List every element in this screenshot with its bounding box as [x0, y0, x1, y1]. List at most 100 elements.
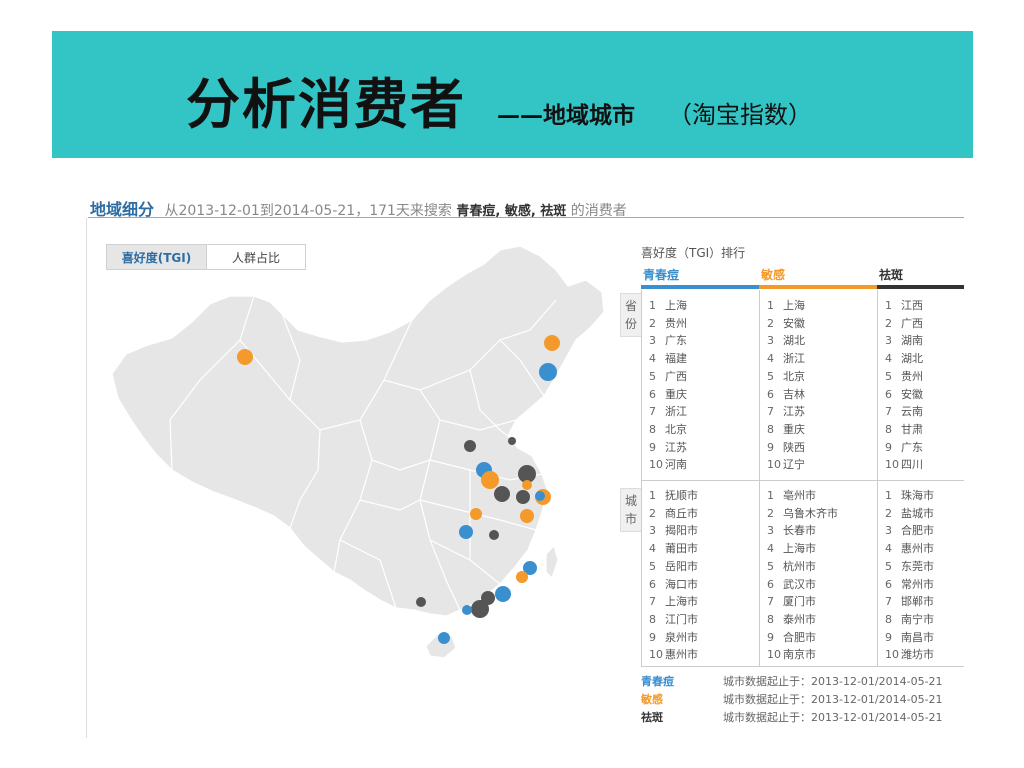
column-head-acne[interactable]: 青春痘 [643, 266, 679, 283]
rank-name: 北京 [665, 422, 687, 436]
rank-item[interactable]: 2 商丘市 [649, 505, 698, 523]
rank-item[interactable]: 3 湖南 [885, 332, 923, 350]
rank-name: 海口市 [665, 577, 698, 591]
rank-item[interactable]: 4 湖北 [885, 350, 923, 368]
province-list-freckle: 1 江西 2 广西 3 湖南 4 湖北 5 贵州 6 安徽 7 云南 8 甘肃 9 广东 10 四川 [885, 297, 923, 474]
china-map[interactable] [110, 240, 620, 660]
rank-item[interactable]: 4 福建 [649, 350, 687, 368]
rank-item[interactable]: 7 厦门市 [767, 593, 838, 611]
rank-number: 7 [649, 405, 656, 419]
rank-item[interactable]: 2 贵州 [649, 315, 687, 333]
rank-item[interactable]: 7 浙江 [649, 403, 687, 421]
rank-number: 10 [885, 648, 899, 662]
column-divider [641, 290, 642, 666]
rank-item[interactable]: 3 合肥市 [885, 522, 934, 540]
rank-name: 常州市 [901, 577, 934, 591]
rank-item[interactable]: 9 陕西 [767, 439, 805, 457]
rank-item[interactable]: 6 常州市 [885, 576, 934, 594]
footer-keyword: 祛斑 [641, 711, 663, 724]
rank-item[interactable]: 2 安徽 [767, 315, 805, 333]
rank-item[interactable]: 6 吉林 [767, 386, 805, 404]
rank-item[interactable]: 3 揭阳市 [649, 522, 698, 540]
rank-item[interactable]: 1 亳州市 [767, 487, 838, 505]
rank-item[interactable]: 3 广东 [649, 332, 687, 350]
rank-item[interactable]: 1 上海 [649, 297, 687, 315]
rank-item[interactable]: 9 泉州市 [649, 629, 698, 647]
rank-item[interactable]: 9 南昌市 [885, 629, 934, 647]
marker-anhui-2 [516, 490, 530, 504]
rank-number: 2 [649, 316, 656, 330]
rank-item[interactable]: 5 杭州市 [767, 558, 838, 576]
marker-guangxi [416, 597, 426, 607]
marker-guangdong-2 [481, 591, 495, 605]
rank-item[interactable]: 1 珠海市 [885, 487, 934, 505]
rank-item[interactable]: 1 上海 [767, 297, 805, 315]
rank-number: 1 [767, 489, 774, 502]
province-list-acne: 1 上海 2 贵州 3 广东 4 福建 5 广西 6 重庆 7 浙江 8 北京 9 江苏 10 河南 [649, 297, 687, 474]
slide-subtitle-source: （淘宝指数） [668, 101, 812, 129]
rank-item[interactable]: 8 北京 [649, 421, 687, 439]
section-divider [641, 480, 964, 481]
rank-item[interactable]: 10 四川 [885, 456, 923, 474]
rank-number: 1 [649, 489, 656, 502]
rank-item[interactable]: 7 上海市 [649, 593, 698, 611]
rank-item[interactable]: 1 抚顺市 [649, 487, 698, 505]
rank-item[interactable]: 6 重庆 [649, 386, 687, 404]
rank-item[interactable]: 5 岳阳市 [649, 558, 698, 576]
province-list-sensitive: 1 上海 2 安徽 3 湖北 4 浙江 5 北京 6 吉林 7 江苏 8 重庆 9 陕西 10 辽宁 [767, 297, 805, 474]
rank-item[interactable]: 9 合肥市 [767, 629, 838, 647]
rank-item[interactable]: 9 江苏 [649, 439, 687, 457]
rank-name: 盐城市 [901, 506, 934, 520]
rank-item[interactable]: 5 北京 [767, 368, 805, 386]
marker-hainan [438, 632, 450, 644]
rank-item[interactable]: 10 惠州市 [649, 646, 698, 664]
rank-item[interactable]: 3 长春市 [767, 522, 838, 540]
rank-item[interactable]: 4 上海市 [767, 540, 838, 558]
column-head-sensitive[interactable]: 敏感 [761, 266, 785, 283]
footer-keyword: 青春痘 [641, 675, 674, 688]
rank-item[interactable]: 7 云南 [885, 403, 923, 421]
footer-note: 城市数据起止于：2013-12-01/2014-05-21 [723, 693, 943, 706]
rank-number: 4 [885, 352, 892, 366]
rank-item[interactable]: 2 乌鲁木齐市 [767, 505, 838, 523]
rank-item[interactable]: 6 武汉市 [767, 576, 838, 594]
rank-number: 5 [767, 369, 774, 383]
rank-item[interactable]: 6 海口市 [649, 576, 698, 594]
rank-item[interactable]: 10 辽宁 [767, 456, 805, 474]
city-tag: 城市 [620, 488, 642, 532]
rank-item[interactable]: 10 潍坊市 [885, 646, 934, 664]
rank-item[interactable]: 4 莆田市 [649, 540, 698, 558]
marker-hunan [489, 530, 499, 540]
rank-item[interactable]: 4 惠州市 [885, 540, 934, 558]
rank-item[interactable]: 8 南宁市 [885, 611, 934, 629]
rank-number: 3 [649, 524, 656, 538]
rank-item[interactable]: 7 邯郸市 [885, 593, 934, 611]
province-tag: 省份 [620, 293, 642, 337]
rank-item[interactable]: 9 广东 [885, 439, 923, 457]
rank-name: 南昌市 [901, 630, 934, 644]
rank-item[interactable]: 7 江苏 [767, 403, 805, 421]
rank-name: 辽宁 [783, 458, 805, 472]
rank-item[interactable]: 8 江门市 [649, 611, 698, 629]
rank-item[interactable]: 2 广西 [885, 315, 923, 333]
rank-number: 5 [649, 559, 656, 573]
rank-item[interactable]: 4 浙江 [767, 350, 805, 368]
rank-item[interactable]: 10 南京市 [767, 646, 838, 664]
rank-item[interactable]: 5 贵州 [885, 368, 923, 386]
rank-item[interactable]: 8 重庆 [767, 421, 805, 439]
rank-number: 1 [885, 299, 892, 312]
rank-name: 杭州市 [783, 559, 816, 573]
rank-item[interactable]: 5 广西 [649, 368, 687, 386]
rank-name: 吉林 [783, 387, 805, 401]
rank-item[interactable]: 3 湖北 [767, 332, 805, 350]
rank-item[interactable]: 8 甘肃 [885, 421, 923, 439]
rank-item[interactable]: 8 泰州市 [767, 611, 838, 629]
rank-name: 上海市 [665, 595, 698, 609]
rank-item[interactable]: 2 盐城市 [885, 505, 934, 523]
rank-item[interactable]: 5 东莞市 [885, 558, 934, 576]
column-bar-acne [641, 285, 759, 289]
rank-item[interactable]: 10 河南 [649, 456, 687, 474]
rank-item[interactable]: 1 江西 [885, 297, 923, 315]
column-head-freckle[interactable]: 祛斑 [879, 266, 903, 283]
rank-item[interactable]: 6 安徽 [885, 386, 923, 404]
